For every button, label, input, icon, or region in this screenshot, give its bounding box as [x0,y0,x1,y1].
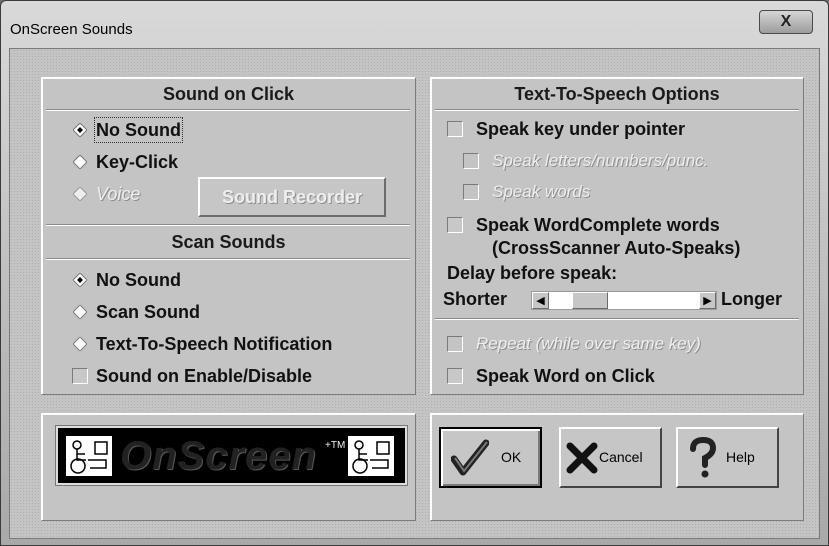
help-label: Help [726,449,755,465]
option-no-sound-click[interactable]: No Sound [94,117,183,143]
tts-options-panel: Text-To-Speech Options Speak key under p… [430,77,804,395]
logo-trademark: +TM [325,440,346,451]
option-no-sound-scan[interactable]: No Sound [96,269,181,291]
divider [46,224,410,226]
divider [435,109,799,111]
window-title: OnScreen Sounds [10,21,133,38]
radio-key-click[interactable] [73,155,87,169]
scan-sounds-header: Scan Sounds [171,232,286,252]
ok-button[interactable]: OK [439,427,542,488]
tts-options-header: Text-To-Speech Options [514,84,720,104]
label-sound-enable-disable[interactable]: Sound on Enable/Disable [96,365,312,387]
divider [435,318,799,320]
label-repeat: Repeat (while over same key) [476,334,701,353]
title-bar: OnScreen Sounds X [1,1,828,49]
checkbox-speak-word-click[interactable] [447,368,463,384]
button-panel: OK Cancel Help [430,413,804,521]
cancel-label: Cancel [599,449,643,465]
radio-scan-sound[interactable] [73,305,87,319]
cancel-button[interactable]: Cancel [559,427,662,488]
scroll-left-icon[interactable]: ◀ [532,292,549,309]
accessibility-user-icon [348,436,394,476]
help-button[interactable]: Help [676,427,779,488]
question-mark-icon [690,437,717,478]
label-speak-words: Speak words [492,182,591,201]
radio-no-sound-scan[interactable] [73,273,87,287]
delay-slider[interactable]: ◀ ▶ [531,291,717,310]
divider [46,109,410,111]
label-speak-letters: Speak letters/numbers/punc. [492,151,709,170]
logo-text: OnScreen [120,434,317,478]
checkbox-speak-wordcomplete[interactable] [447,217,463,233]
checkbox-speak-key[interactable] [447,121,463,137]
scroll-right-icon[interactable]: ▶ [699,292,716,309]
shorter-label: Shorter [443,289,508,309]
accessibility-user-icon [66,436,112,476]
checkbox-speak-letters [463,153,479,169]
onscreen-logo: OnScreen +TM [55,425,408,486]
divider [46,258,410,260]
option-key-click[interactable]: Key-Click [96,151,178,173]
close-button[interactable]: X [759,10,813,34]
onscreen-sounds-window: OnScreen Sounds X Sound on Click No Soun… [0,0,829,546]
radio-no-sound-click[interactable] [73,123,87,137]
option-voice: Voice [96,184,141,204]
label-speak-wordcomplete[interactable]: Speak WordComplete words [476,214,720,236]
delay-label: Delay before speak: [447,263,618,283]
longer-label: Longer [721,289,782,309]
radio-tts-notification[interactable] [73,337,87,351]
checkbox-speak-words [463,184,479,200]
sound-recorder-button: Sound Recorder [198,177,386,217]
ok-label: OK [501,449,522,465]
radio-voice [73,187,87,201]
checkbox-sound-enable-disable[interactable] [72,368,88,384]
sound-on-click-header: Sound on Click [162,84,294,104]
label-speak-key[interactable]: Speak key under pointer [476,118,685,140]
label-crossscanner-auto-speaks: (CrossScanner Auto-Speaks) [492,238,741,258]
x-icon [566,442,598,474]
option-tts-notification[interactable]: Text-To-Speech Notification [96,333,332,355]
left-options-panel: Sound on Click No Sound Key-Click Voice … [41,77,416,395]
option-scan-sound[interactable]: Scan Sound [96,301,200,323]
dialog-client-area: Sound on Click No Sound Key-Click Voice … [9,48,820,539]
checkmark-icon [451,439,489,476]
slider-thumb[interactable] [572,292,608,309]
label-speak-word-click[interactable]: Speak Word on Click [476,365,655,387]
checkbox-repeat [447,336,463,352]
